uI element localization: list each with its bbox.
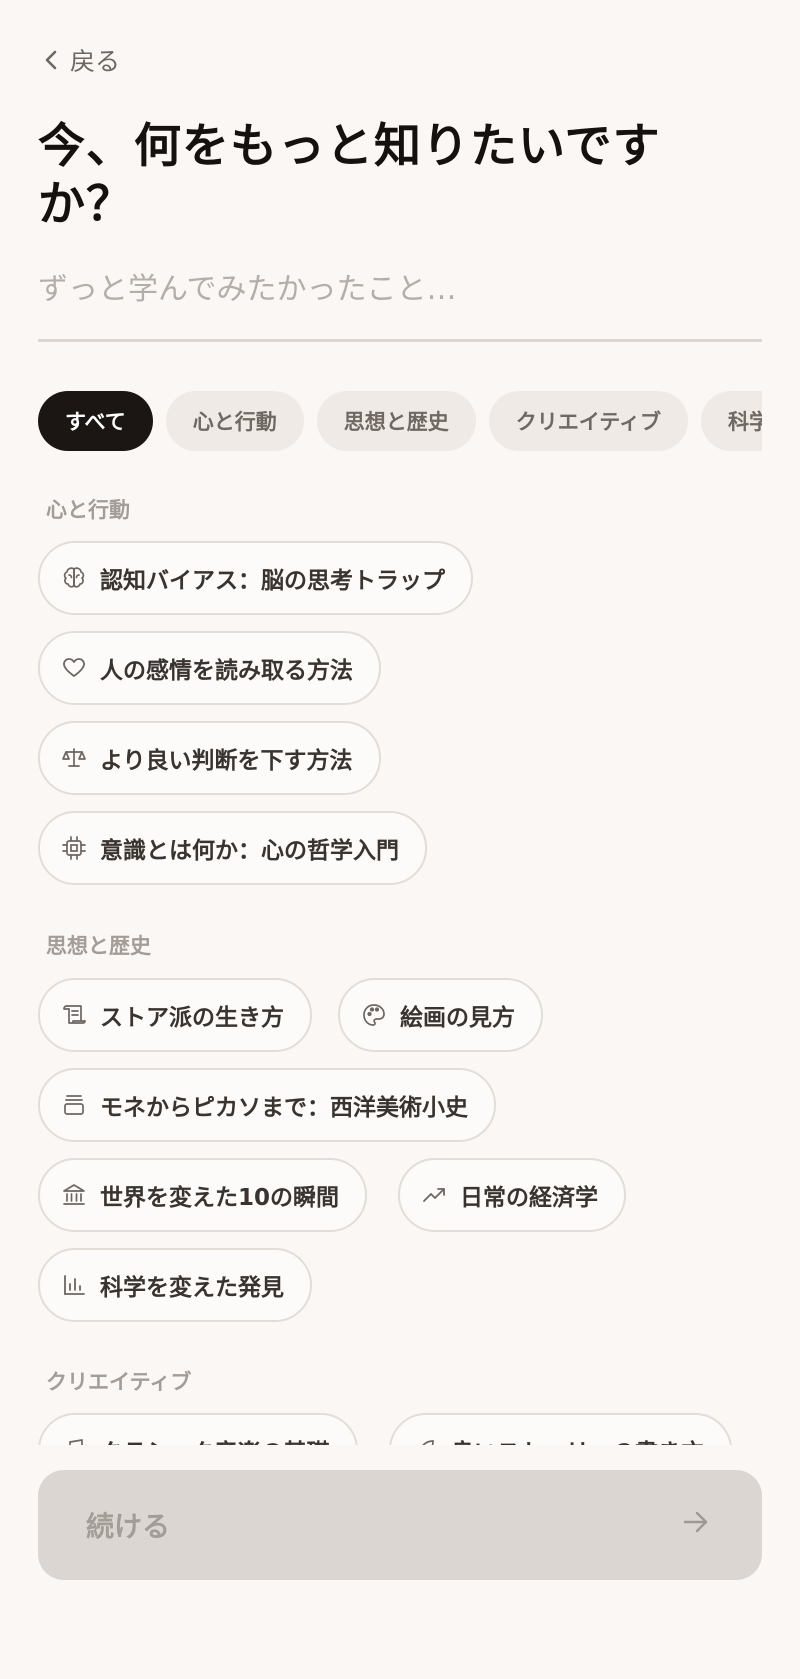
back-button[interactable]: 戻る [44,42,120,78]
section-label-mind: 心と行動 [46,498,130,522]
arrow-right-icon [682,1509,710,1542]
heart-icon [60,654,88,682]
category-tabs: すべて 心と行動 思想と歴史 クリエイティブ 科学 [38,391,762,451]
section-label-history: 思想と歴史 [46,934,151,958]
tab-thought-history[interactable]: 思想と歴史 [316,391,476,451]
scroll-icon [60,1001,88,1029]
palette-icon [360,1001,388,1029]
topic-chip[interactable]: 人の感情を読み取る方法 [38,631,381,705]
topic-chip[interactable]: 意識とは何か：心の哲学入門 [38,811,427,885]
topic-chip[interactable]: 科学を変えた発見 [38,1248,312,1322]
topic-chip[interactable]: 世界を変えた10の瞬間 [38,1158,368,1232]
topic-search-input[interactable] [38,262,762,342]
tab-creative[interactable]: クリエイティブ [488,391,689,451]
topic-chip[interactable]: 認知バイアス：脳の思考トラップ [38,541,473,615]
chevron-left-icon [44,49,58,71]
trend-up-icon [420,1181,448,1209]
brain-icon [60,564,88,592]
topic-chip[interactable]: モネからピカソまで：西洋美術小史 [38,1068,496,1142]
landmark-icon [60,1181,88,1209]
section-label-creative: クリエイティブ [46,1370,192,1394]
bar-chart-icon [60,1271,88,1299]
tab-mind-behavior[interactable]: 心と行動 [165,391,304,451]
page-title: 今、何をもっと知りたいです か？ [38,119,661,232]
continue-button[interactable]: 続ける [38,1470,762,1580]
tab-all[interactable]: すべて [38,391,153,451]
tab-science[interactable]: 科学 [701,391,762,451]
onboarding-topic-page: 戻る 今、何をもっと知りたいです か？ すべて 心と行動 思想と歴史 クリエイテ… [0,0,800,1679]
chip-icon [60,834,88,862]
frame-icon [60,1091,88,1119]
topic-chip[interactable]: ストア派の生き方 [38,978,312,1052]
back-label: 戻る [70,47,121,76]
continue-label: 続ける [86,1510,171,1543]
topic-chip[interactable]: 絵画の見方 [338,978,543,1052]
topic-chip[interactable]: 日常の経済学 [398,1158,626,1232]
topic-chip[interactable]: より良い判断を下す方法 [38,721,381,795]
scale-icon [60,744,88,772]
